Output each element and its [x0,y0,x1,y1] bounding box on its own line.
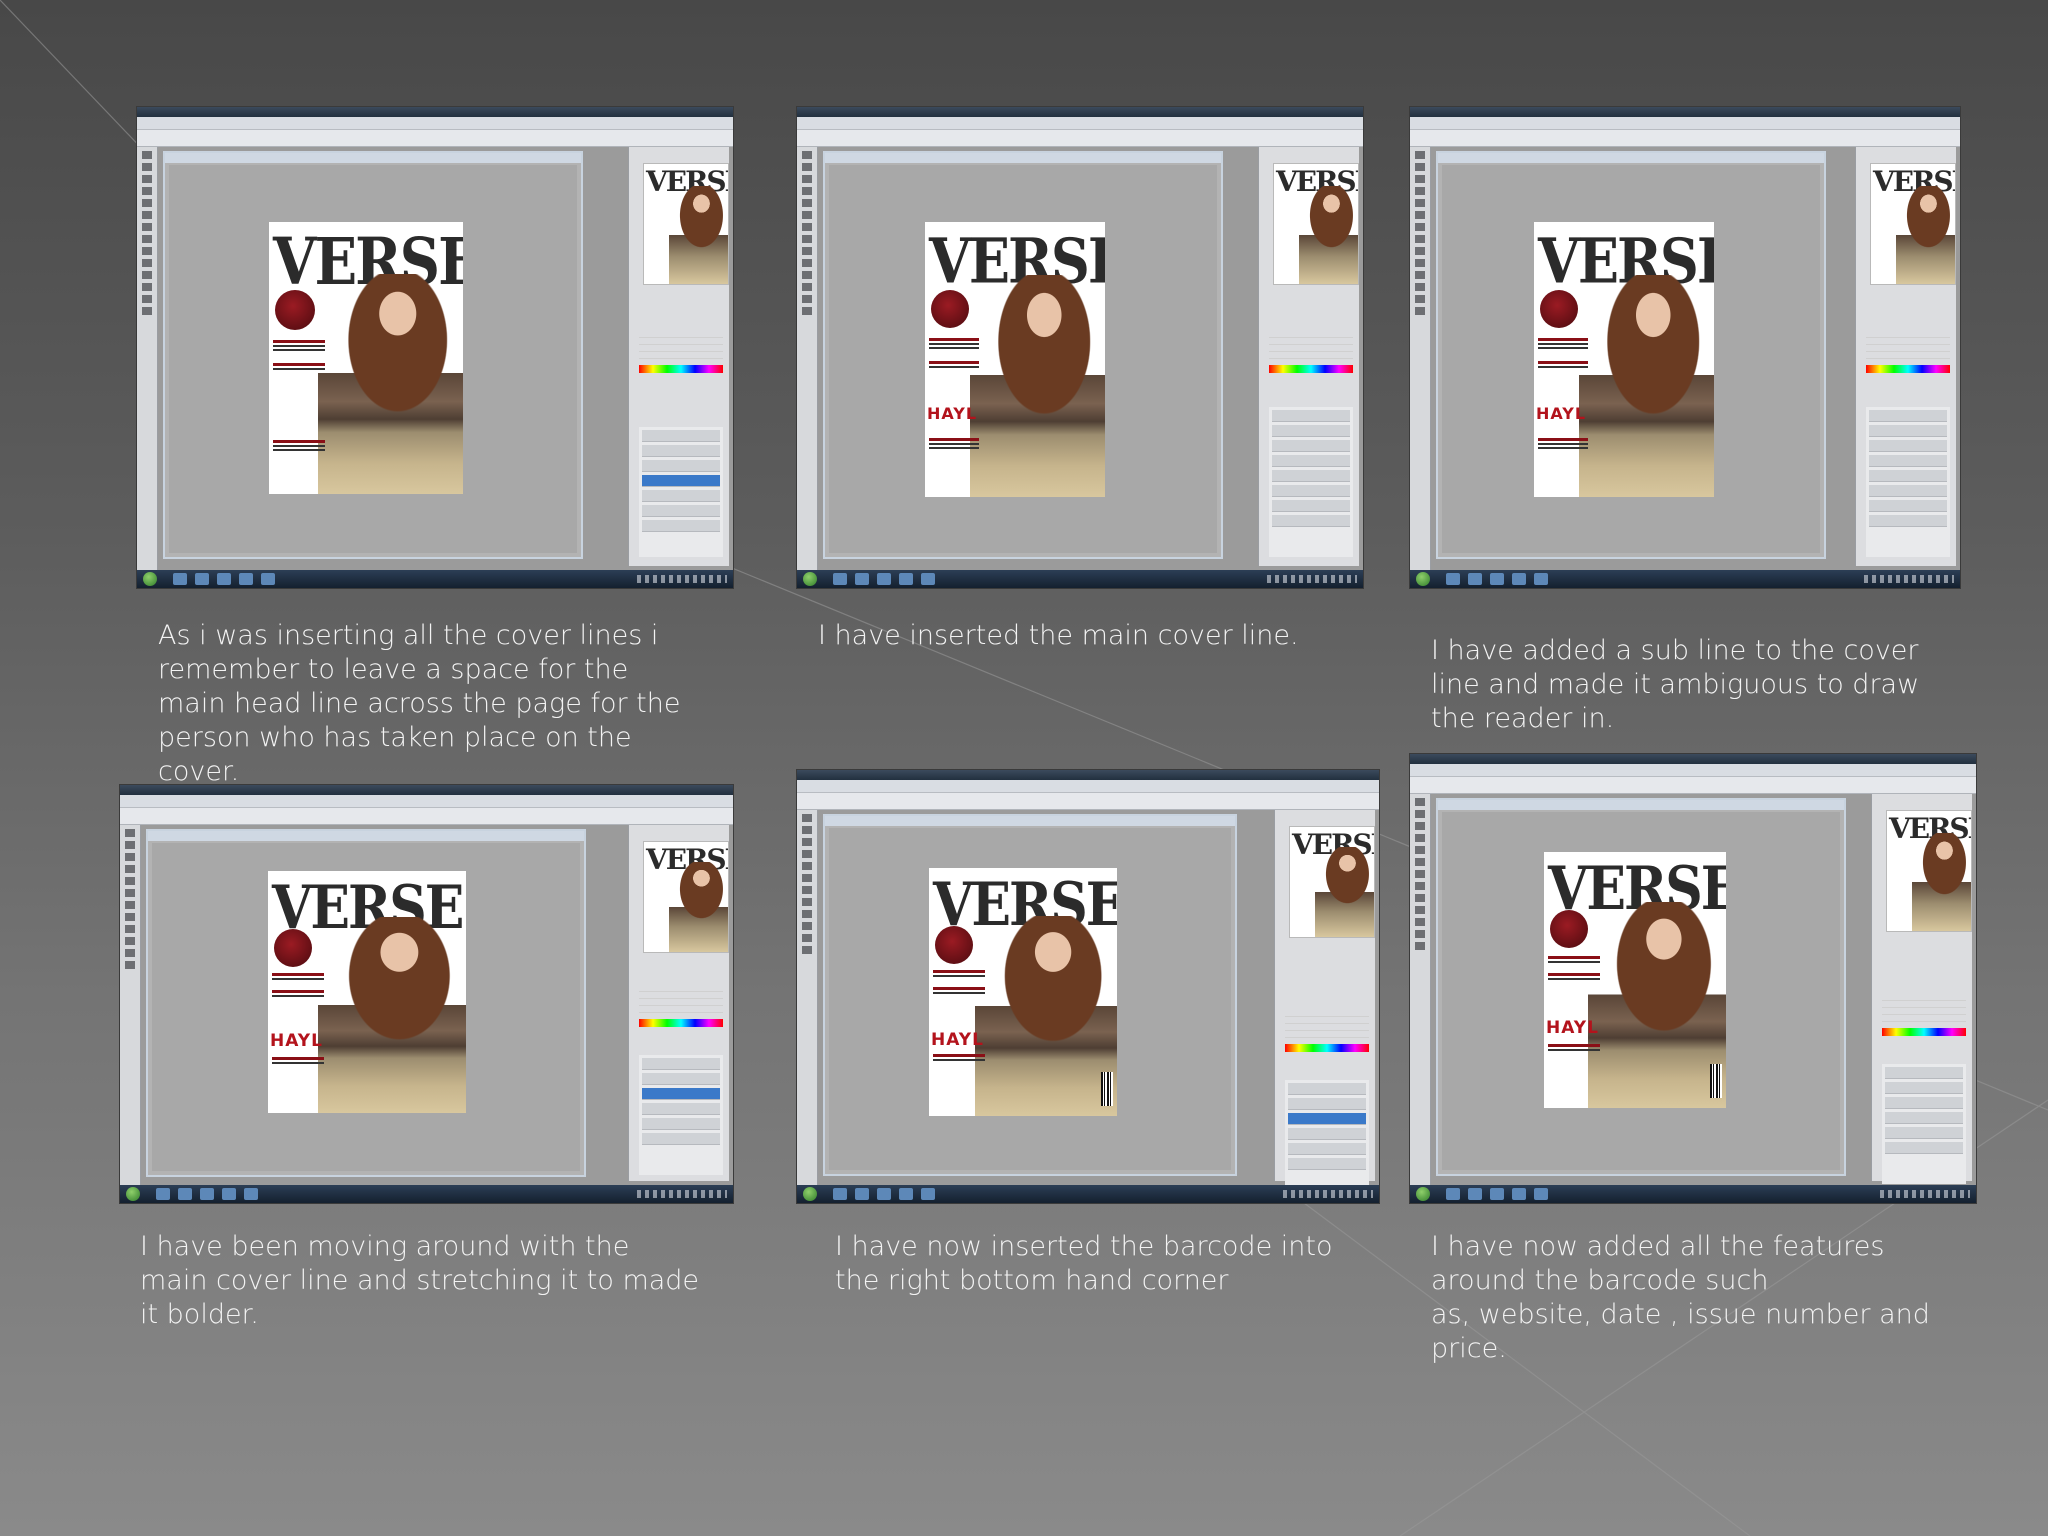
panels-dock: VERSE [1258,147,1359,566]
caption-step-2: I have inserted the main cover line. [818,620,1299,651]
document-window: VERSE HAYL [823,151,1223,559]
panels-dock: VERSE [628,147,729,566]
caption-step-5: I have now inserted the barcode into the… [835,1231,1333,1296]
main-cover-line: HAYL [1536,404,1587,423]
magazine-cover: VERSE HAYL [925,222,1105,497]
document-window: VERSE HAYL [823,814,1237,1176]
cover-lines [273,340,325,453]
tools-panel [1410,794,1431,1185]
layers-panel [1866,407,1950,557]
tools-panel [120,825,141,1185]
panels-dock: VERSE [628,825,729,1181]
panels-dock: VERSE [1871,794,1972,1184]
magazine-cover: VERSE HAYL [929,868,1117,1116]
layers-panel [639,427,723,557]
screenshot-step-5: VERSE HAYL VERSE [797,770,1379,1203]
start-button-icon [143,572,157,586]
caption-step-6: I have now added all the features around… [1431,1231,1930,1364]
layers-panel [1269,407,1353,557]
taskbar [137,570,733,588]
caption-step-3: I have added a sub line to the cover lin… [1431,635,1920,734]
document-window: VERSE HAYL [1436,151,1826,559]
magazine-cover: VERSE [269,222,463,494]
options-bar [137,130,733,147]
document-window: VERSE HAYL [1436,798,1846,1176]
tools-panel [137,147,158,570]
layers-panel [1882,1064,1966,1184]
tools-panel [1410,147,1431,570]
main-cover-line: HAYL [931,1030,984,1050]
window-titlebar [137,107,733,117]
layers-panel [639,1055,723,1175]
main-cover-line: HAYL [270,1031,323,1051]
layers-panel [1285,1080,1369,1190]
color-sliders [639,331,723,359]
main-cover-line: HAYL [927,404,978,423]
caption-step-1: As i was inserting all the cover lines i… [158,620,681,787]
barcode [1101,1072,1113,1106]
screenshot-step-3: VERSE HAYL VERSE [1410,107,1960,588]
menu-bar [137,117,733,130]
document-window: VERSE HAYL [146,829,586,1177]
caption-step-4: I have been moving around with the main … [140,1231,700,1330]
barcode [1710,1064,1722,1098]
panels-dock: VERSE [1274,810,1375,1190]
screenshot-step-6: VERSE HAYL VERSE [1410,754,1976,1203]
tools-panel [797,147,818,570]
main-cover-line: HAYL [1546,1018,1599,1038]
color-spectrum [639,365,723,373]
cover-seal [275,290,315,330]
screenshot-step-4: VERSE HAYL VERSE [120,785,733,1203]
navigator-thumbnail: VERSE [643,163,729,285]
magazine-cover: VERSE HAYL [268,871,466,1113]
magazine-cover: VERSE HAYL [1544,852,1726,1108]
document-window: VERSE [163,151,583,559]
cover-photo [318,274,463,494]
screenshot-step-2: VERSE HAYL VERSE [797,107,1363,588]
screenshot-step-1: VERSE VERSE [137,107,733,588]
tools-panel [797,810,818,1185]
magazine-cover: VERSE HAYL [1534,222,1714,497]
panels-dock: VERSE [1855,147,1956,566]
